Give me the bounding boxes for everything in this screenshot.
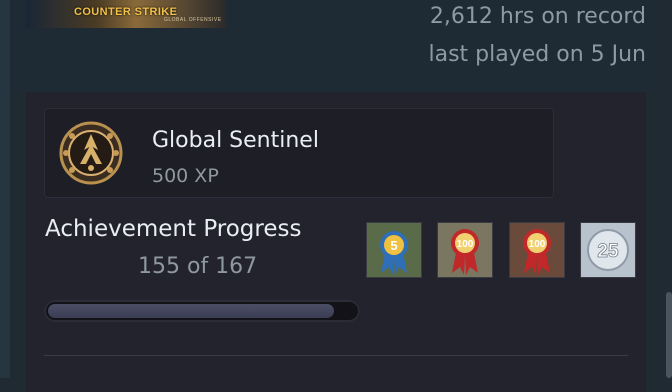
achievement-100-ribbon-text-2: 100 [529,239,546,250]
achievement-25-text: 25 [597,241,619,262]
badge-name: Global Sentinel [152,128,319,153]
achievement-25-icon[interactable]: 25 [580,222,636,278]
hours-on-record: 2,612 hrs on record [429,4,646,29]
game-logo[interactable]: COUNTER STRIKE GLOBAL OFFENSIVE [26,0,226,28]
game-logo-subtitle: GLOBAL OFFENSIVE [164,17,222,23]
scrollbar-thumb[interactable] [666,292,672,378]
achievement-100-ribbon-icon-2[interactable]: 100 [509,222,565,278]
achievement-progress-fill [48,304,334,318]
achievement-100-ribbon-icon[interactable]: 100 [437,222,493,278]
achievement-100-ribbon-text: 100 [457,239,474,250]
badge-xp: 500 XP [152,165,219,187]
achievement-5-ribbon-icon[interactable]: 5 [366,222,422,278]
achievement-5-ribbon-text: 5 [390,238,397,253]
section-divider [44,355,628,356]
game-logo-title: COUNTER STRIKE [74,6,178,18]
last-played: last played on 5 Jun [428,42,646,67]
achievement-progress-label: Achievement Progress [45,216,302,242]
achievement-count: 155 of 167 [138,254,258,279]
achievement-progress-bar[interactable] [44,300,360,322]
page-left-strip [0,0,10,378]
global-sentinel-badge-icon [58,120,124,186]
